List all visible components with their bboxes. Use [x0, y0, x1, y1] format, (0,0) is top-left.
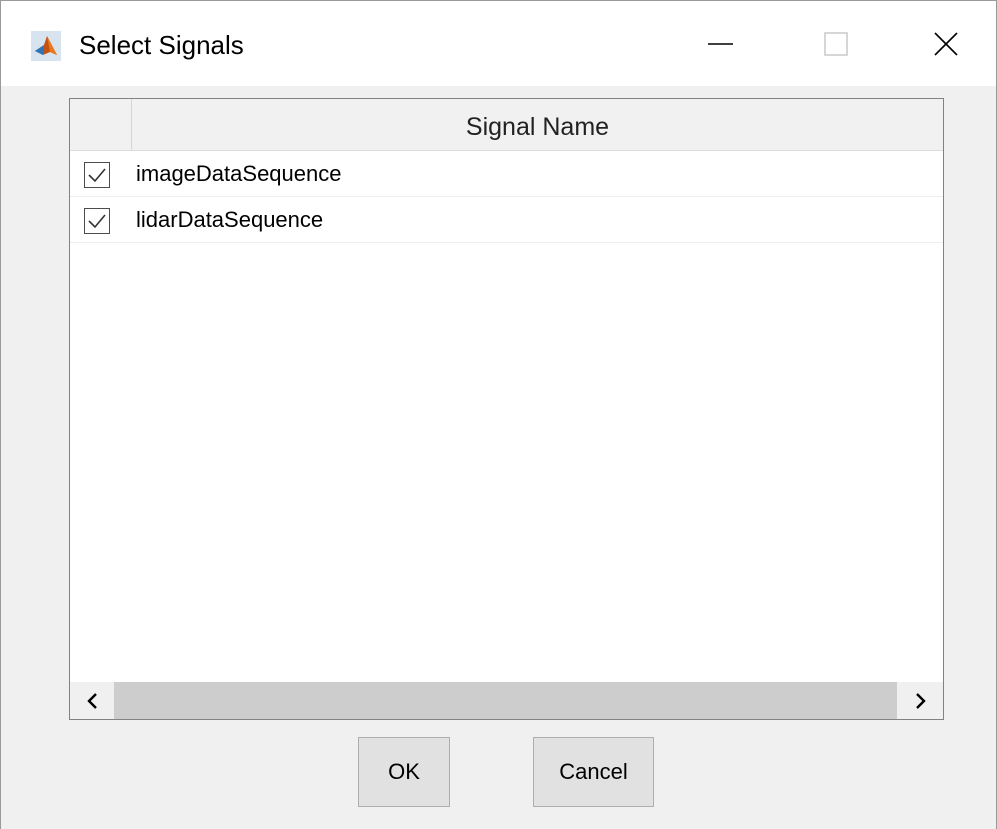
- close-button[interactable]: [896, 1, 996, 86]
- table-header: Signal Name: [70, 99, 943, 151]
- maximize-icon: [824, 31, 848, 56]
- chevron-right-icon: [916, 692, 926, 709]
- close-icon: [934, 31, 958, 56]
- maximize-button[interactable]: [786, 1, 886, 86]
- window-title: Select Signals: [79, 30, 244, 60]
- row-checkbox[interactable]: [84, 208, 110, 234]
- checkmark-icon: [88, 168, 106, 183]
- minimize-button[interactable]: [671, 1, 771, 86]
- cancel-button[interactable]: Cancel: [533, 737, 654, 807]
- signal-name-cell: imageDataSequence: [136, 161, 342, 186]
- row-checkbox[interactable]: [84, 162, 110, 188]
- table-row[interactable]: lidarDataSequence: [70, 197, 943, 243]
- scrollbar-thumb[interactable]: [114, 682, 897, 719]
- ok-button[interactable]: OK: [358, 737, 450, 807]
- signal-name-cell: lidarDataSequence: [136, 207, 324, 232]
- minimize-icon: [708, 42, 733, 45]
- chevron-left-icon: [87, 692, 97, 709]
- title-bar[interactable]: Select Signals: [1, 1, 996, 86]
- scroll-right-button[interactable]: [899, 682, 943, 719]
- select-signals-dialog: Select Signals Signal Name imageDataSequ…: [0, 0, 997, 829]
- table-row[interactable]: imageDataSequence: [70, 151, 943, 197]
- signals-table: Signal Name imageDataSequence lidarDataS…: [69, 98, 944, 720]
- horizontal-scrollbar[interactable]: [70, 682, 943, 719]
- scroll-left-button[interactable]: [70, 682, 114, 719]
- checkmark-icon: [88, 214, 106, 229]
- signal-name-column-header[interactable]: Signal Name: [132, 99, 943, 150]
- checkbox-column-header[interactable]: [70, 99, 132, 150]
- matlab-icon: [31, 31, 61, 61]
